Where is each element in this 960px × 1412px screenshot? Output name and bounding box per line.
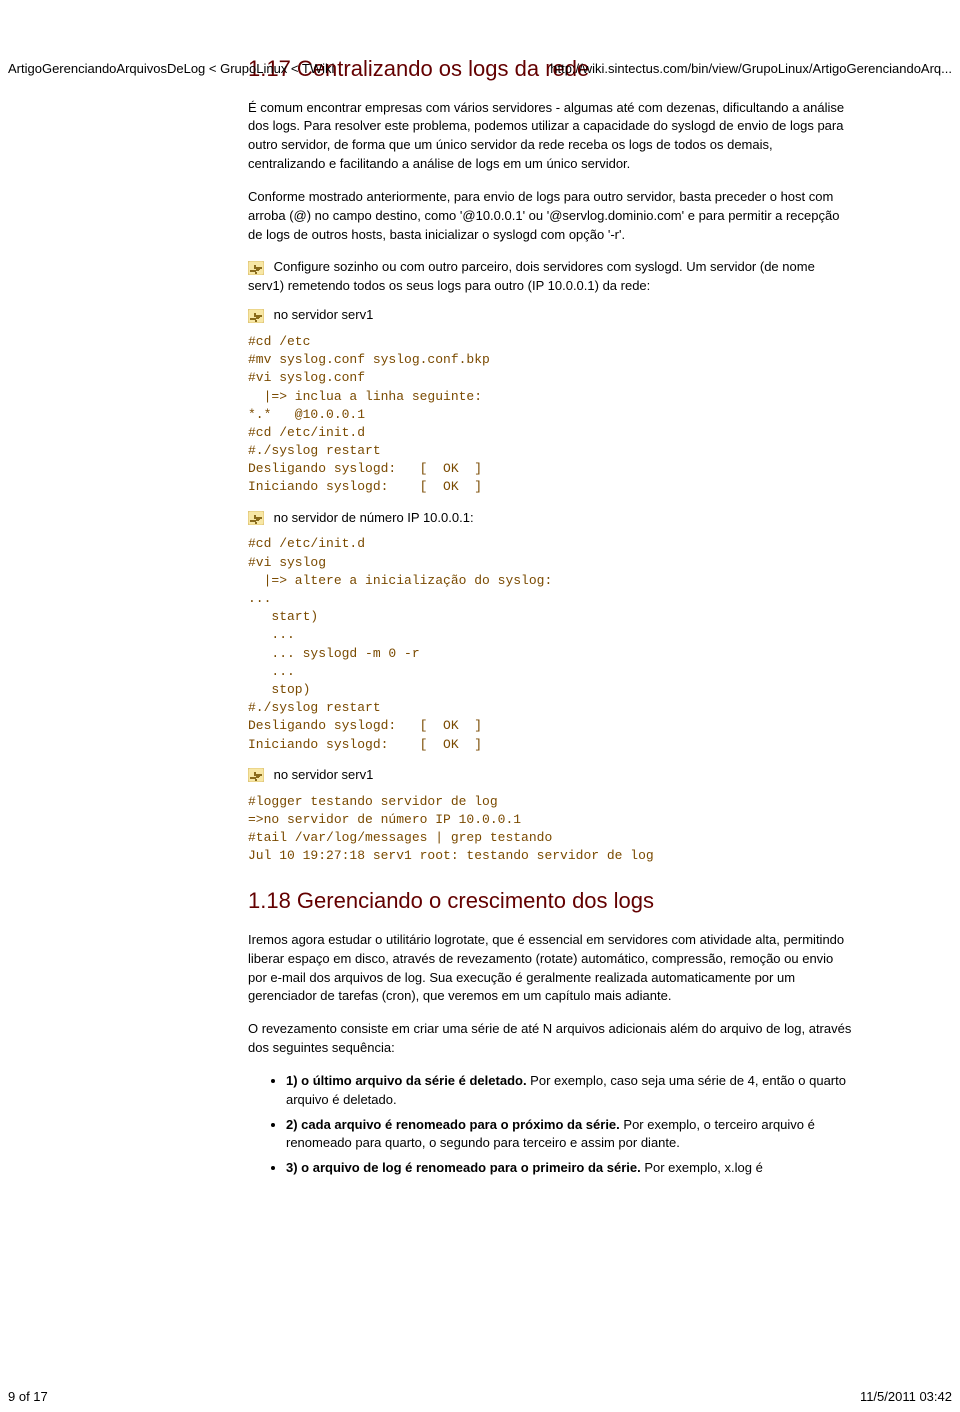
list-item: 3) o arquivo de log é renomeado para o p… [286, 1159, 853, 1178]
para-118-1: Iremos agora estudar o utilitário logrot… [248, 931, 853, 1006]
list-item-bold: 3) o arquivo de log é renomeado para o p… [286, 1160, 641, 1175]
tip-serv1-b: no servidor serv1 [248, 766, 853, 785]
heading-1-18: 1.18 Gerenciando o crescimento dos logs [248, 887, 853, 915]
list-item: 2) cada arquivo é renomeado para o próxi… [286, 1116, 853, 1154]
para-117-2: Conforme mostrado anteriormente, para en… [248, 188, 853, 245]
list-item-bold: 1) o último arquivo da série é deletado. [286, 1073, 527, 1088]
footer-left: 9 of 17 [8, 1389, 48, 1404]
bullet-list-118: 1) o último arquivo da série é deletado.… [248, 1072, 853, 1178]
para-118-2: O revezamento consiste em criar uma séri… [248, 1020, 853, 1058]
list-item: 1) o último arquivo da série é deletado.… [286, 1072, 853, 1110]
para-117-1: É comum encontrar empresas com vários se… [248, 99, 853, 174]
tip-configure-text: Configure sozinho ou com outro parceiro,… [248, 259, 815, 293]
tip-configure: Configure sozinho ou com outro parceiro,… [248, 258, 853, 296]
tip-serv1-a: no servidor serv1 [248, 306, 853, 325]
header-right: http://wiki.sintectus.com/bin/view/Grupo… [550, 61, 952, 76]
code-block-2: #cd /etc/init.d #vi syslog |=> altere a … [248, 535, 853, 753]
header-left: ArtigoGerenciandoArquivosDeLog < GrupoLi… [8, 61, 334, 76]
hand-point-right-icon [248, 261, 264, 275]
code-block-1: #cd /etc #mv syslog.conf syslog.conf.bkp… [248, 333, 853, 497]
hand-point-right-icon [248, 309, 264, 323]
tip-serv1-b-text: no servidor serv1 [270, 767, 373, 782]
tip-ip10001: no servidor de número IP 10.0.0.1: [248, 509, 853, 528]
tip-ip10001-text: no servidor de número IP 10.0.0.1: [270, 510, 474, 525]
code-block-3: #logger testando servidor de log =>no se… [248, 793, 853, 866]
list-item-bold: 2) cada arquivo é renomeado para o próxi… [286, 1117, 620, 1132]
hand-point-right-icon [248, 768, 264, 782]
hand-point-right-icon [248, 511, 264, 525]
content: 1.17 Centralizando os logs da rede É com… [248, 55, 853, 1178]
tip-serv1-a-text: no servidor serv1 [270, 307, 373, 322]
page: ArtigoGerenciandoArquivosDeLog < GrupoLi… [0, 55, 960, 1412]
list-item-rest: Por exemplo, x.log é [641, 1160, 763, 1175]
footer-right: 11/5/2011 03:42 [860, 1389, 952, 1404]
